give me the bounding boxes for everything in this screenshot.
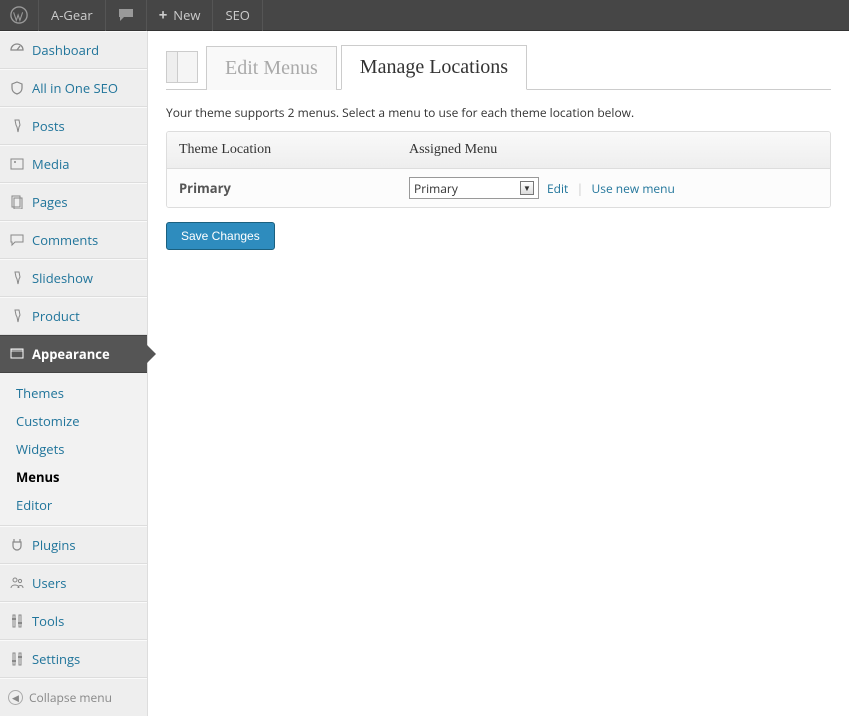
sidebar-item-users[interactable]: Users <box>0 564 147 602</box>
submenu-themes[interactable]: Themes <box>10 379 147 407</box>
tab-edit-menus[interactable]: Edit Menus <box>206 46 337 90</box>
sidebar-item-product[interactable]: Product <box>0 297 147 335</box>
tab-manage-locations[interactable]: Manage Locations <box>341 45 527 90</box>
users-icon <box>8 575 26 591</box>
sidebar-item-label: Media <box>32 155 69 173</box>
use-new-menu-link[interactable]: Use new menu <box>591 180 674 197</box>
sidebar-item-label: All in One SEO <box>32 79 118 97</box>
separator: | <box>576 179 583 197</box>
submenu-widgets[interactable]: Widgets <box>10 435 147 463</box>
page-description: Your theme supports 2 menus. Select a me… <box>166 104 831 121</box>
cell-location: Primary <box>179 179 409 197</box>
comment-icon <box>8 232 26 248</box>
comments-bubble-item[interactable] <box>106 0 147 31</box>
seo-item[interactable]: SEO <box>213 0 262 31</box>
submenu-customize[interactable]: Customize <box>10 407 147 435</box>
sidebar-item-plugins[interactable]: Plugins <box>0 526 147 564</box>
wp-logo-item[interactable] <box>0 0 39 31</box>
admin-bar: A-Gear + New SEO <box>0 0 849 31</box>
sidebar-item-label: Appearance <box>32 345 110 363</box>
sidebar-item-label: Tools <box>32 612 64 630</box>
new-label: New <box>173 6 200 24</box>
sidebar-item-label: Users <box>32 574 66 592</box>
settings-icon <box>8 651 26 667</box>
sidebar-item-label: Dashboard <box>32 41 99 59</box>
dashboard-icon <box>8 42 26 58</box>
sidebar-item-posts[interactable]: Posts <box>0 107 147 145</box>
sidebar-item-tools[interactable]: Tools <box>0 602 147 640</box>
slideshow-icon <box>8 270 26 286</box>
chevron-down-icon: ▼ <box>520 181 534 195</box>
sidebar-item-label: Pages <box>32 193 68 211</box>
cell-assigned: Primary ▼ Edit | Use new menu <box>409 177 675 199</box>
sidebar-item-appearance[interactable]: Appearance <box>0 335 147 373</box>
save-changes-button[interactable]: Save Changes <box>166 222 275 250</box>
sidebar-item-label: Product <box>32 307 80 325</box>
sidebar-item-comments[interactable]: Comments <box>0 221 147 259</box>
new-content-item[interactable]: + New <box>147 0 214 31</box>
sidebar-item-label: Posts <box>32 117 65 135</box>
sidebar-item-settings[interactable]: Settings <box>0 640 147 678</box>
plugins-icon <box>8 537 26 553</box>
sidebar-item-pages[interactable]: Pages <box>0 183 147 221</box>
th-assigned-menu: Assigned Menu <box>397 132 509 168</box>
select-value: Primary <box>414 180 458 197</box>
table-header: Theme Location Assigned Menu <box>167 132 830 169</box>
collapse-arrow-icon: ◀ <box>8 690 23 705</box>
screen-icon <box>166 51 198 83</box>
media-icon <box>8 156 26 172</box>
nav-tabs: Edit Menus Manage Locations <box>166 45 831 90</box>
sidebar-item-label: Settings <box>32 650 80 668</box>
collapse-menu[interactable]: ◀ Collapse menu <box>0 678 147 716</box>
sidebar-item-media[interactable]: Media <box>0 145 147 183</box>
sidebar-item-label: Comments <box>32 231 98 249</box>
edit-link[interactable]: Edit <box>547 180 568 197</box>
th-theme-location: Theme Location <box>167 132 397 168</box>
comment-bubble-icon <box>118 8 134 22</box>
submenu-menus[interactable]: Menus <box>10 463 147 491</box>
appearance-submenu: Themes Customize Widgets Menus Editor <box>0 373 147 526</box>
shield-icon <box>8 80 26 96</box>
sidebar-item-label: Slideshow <box>32 269 93 287</box>
sidebar-item-aioseo[interactable]: All in One SEO <box>0 69 147 107</box>
site-name-item[interactable]: A-Gear <box>39 0 106 31</box>
locations-table: Theme Location Assigned Menu Primary Pri… <box>166 131 831 208</box>
assigned-menu-select[interactable]: Primary ▼ <box>409 177 539 199</box>
product-icon <box>8 308 26 324</box>
table-row: Primary Primary ▼ Edit | Use new menu <box>167 169 830 207</box>
plus-icon: + <box>159 5 168 25</box>
collapse-label: Collapse menu <box>29 689 112 706</box>
appearance-icon <box>8 346 26 362</box>
admin-sidebar: Dashboard All in One SEO Posts Media Pag… <box>0 31 148 716</box>
submenu-editor[interactable]: Editor <box>10 491 147 519</box>
sidebar-item-dashboard[interactable]: Dashboard <box>0 31 147 69</box>
pages-icon <box>8 194 26 210</box>
main-content: Edit Menus Manage Locations Your theme s… <box>148 31 849 716</box>
pin-icon <box>8 118 26 134</box>
sidebar-item-label: Plugins <box>32 536 76 554</box>
sidebar-item-slideshow[interactable]: Slideshow <box>0 259 147 297</box>
wordpress-logo-icon <box>10 6 28 24</box>
tools-icon <box>8 613 26 629</box>
